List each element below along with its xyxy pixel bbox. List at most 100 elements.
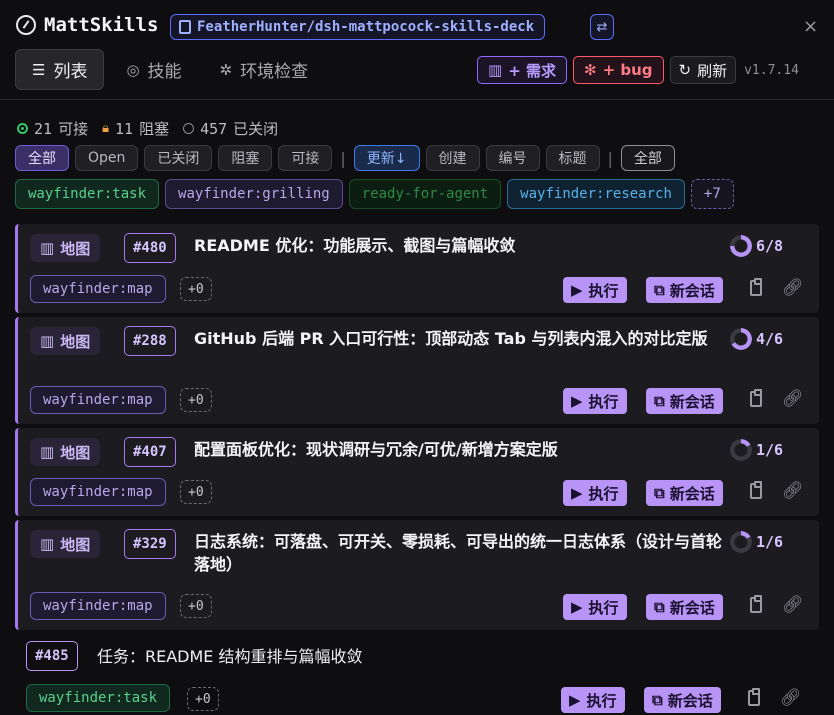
new-bug-label: + bug	[602, 61, 653, 79]
run-label: 执行	[588, 281, 619, 300]
issue-card[interactable]: ▥ 地图 #407 配置面板优化：现状调研与冗余/可优/新增方案定版 1/6 wa…	[15, 428, 819, 516]
filter-row: 全部 Open 已关闭 阻塞 可接 | 更新↓ 创建 编号 标题 | 全部	[15, 145, 675, 171]
refresh-button[interactable]: ↻ 刷新	[669, 56, 737, 84]
list-item[interactable]: #485 任务：README 结构重排与篇幅收敛 wayfinder:task …	[15, 636, 819, 715]
run-label: 执行	[588, 598, 619, 617]
label-ready-for-agent[interactable]: ready-for-agent	[348, 179, 502, 209]
sort-title[interactable]: 标题	[545, 145, 600, 171]
map-chip: ▥ 地图	[30, 438, 101, 466]
new-session-button[interactable]: ⧉ 新会话	[646, 594, 723, 620]
close-icon[interactable]: ×	[803, 16, 818, 37]
issue-card[interactable]: ▥ 地图 #288 GitHub 后端 PR 入口可行性：顶部动态 Tab 与列表…	[15, 317, 819, 424]
link-icon[interactable]: 🔗︎	[782, 595, 804, 615]
add-label-button[interactable]: +0	[187, 687, 219, 711]
repo-selector[interactable]: FeatherHunter/dsh-mattpocock-skills-deck	[170, 14, 546, 40]
label-chip[interactable]: wayfinder:map	[30, 478, 166, 506]
link-icon[interactable]: 🔗︎	[782, 389, 804, 409]
run-button[interactable]: ▶ 执行	[561, 687, 625, 713]
map-icon: ▥	[488, 61, 503, 79]
run-label: 执行	[588, 392, 619, 411]
external-link-icon: ⧉	[654, 392, 665, 410]
issue-number[interactable]: #480	[124, 233, 176, 263]
issue-number[interactable]: #329	[124, 529, 176, 559]
run-button[interactable]: ▶ 执行	[563, 388, 627, 414]
tab-list[interactable]: ☰ 列表	[15, 49, 105, 90]
issue-title[interactable]: README 优化：功能展示、截图与篇幅收敛	[194, 234, 724, 257]
tab-skills[interactable]: ◎ 技能	[110, 49, 197, 90]
issue-number[interactable]: #485	[26, 641, 78, 671]
new-session-button[interactable]: ⧉ 新会话	[644, 687, 721, 713]
external-link-icon: ⧉	[654, 598, 665, 616]
label-chip[interactable]: wayfinder:task	[26, 684, 171, 712]
stat-blocked[interactable]: 🔒︎ 11 阻塞	[102, 118, 169, 139]
issue-title[interactable]: GitHub 后端 PR 入口可行性：顶部动态 Tab 与列表内混入的对比定版	[194, 327, 724, 350]
issue-number[interactable]: #407	[124, 437, 176, 467]
swap-repo-button[interactable]: ⇄	[590, 14, 614, 40]
clipboard-icon[interactable]	[750, 595, 762, 613]
link-icon[interactable]: 🔗︎	[782, 481, 804, 501]
sort-updated[interactable]: 更新↓	[353, 145, 420, 171]
play-icon: ▶	[571, 484, 583, 502]
run-button[interactable]: ▶ 执行	[563, 480, 627, 506]
run-button[interactable]: ▶ 执行	[563, 594, 627, 620]
label-wayfinder-grilling[interactable]: wayfinder:grilling	[165, 179, 343, 209]
repo-name: FeatherHunter/dsh-mattpocock-skills-deck	[197, 19, 535, 35]
clipboard-icon[interactable]	[750, 389, 762, 407]
open-count: 21	[34, 119, 53, 138]
closed-label: 已关闭	[233, 120, 279, 138]
new-session-button[interactable]: ⧉ 新会话	[646, 277, 723, 303]
sort-created[interactable]: 创建	[425, 145, 480, 171]
link-icon[interactable]: 🔗︎	[782, 278, 804, 298]
top-bar: MattSkills FeatherHunter/dsh-mattpocock-…	[0, 0, 834, 100]
add-label-button[interactable]: +0	[180, 594, 212, 618]
session-label: 新会话	[669, 484, 715, 503]
issue-title[interactable]: 配置面板优化：现状调研与冗余/可优/新增方案定版	[194, 438, 724, 461]
clipboard-icon[interactable]	[750, 481, 762, 499]
session-label: 新会话	[669, 281, 715, 300]
issue-title[interactable]: 日志系统：可落盘、可开关、零损耗、可导出的统一日志体系（设计与首轮落地）	[194, 530, 724, 576]
add-label-button[interactable]: +0	[180, 480, 212, 504]
stat-closed[interactable]: 457 已关闭	[183, 118, 278, 139]
filter-open[interactable]: Open	[75, 145, 139, 171]
new-bug-button[interactable]: ✻ + bug	[572, 56, 664, 84]
clipboard-icon[interactable]	[748, 688, 760, 706]
label-wayfinder-research[interactable]: wayfinder:research	[507, 179, 685, 209]
progress-ring-icon	[730, 439, 752, 461]
new-session-button[interactable]: ⧉ 新会话	[646, 480, 723, 506]
check-circle-icon	[183, 123, 195, 134]
add-label-button[interactable]: +0	[180, 277, 212, 301]
add-label-button[interactable]: +0	[180, 388, 212, 412]
filter-all[interactable]: 全部	[15, 145, 69, 171]
map-chip: ▥ 地图	[30, 327, 101, 355]
issue-card[interactable]: ▥ 地图 #480 README 优化：功能展示、截图与篇幅收敛 6/8 wayf…	[15, 224, 819, 313]
issue-number[interactable]: #288	[124, 326, 176, 356]
filter-blocked[interactable]: 阻塞	[218, 145, 273, 171]
tab-label: 列表	[53, 62, 88, 82]
label-more[interactable]: +7	[690, 179, 734, 209]
label-chip[interactable]: wayfinder:map	[30, 592, 166, 620]
label-wayfinder-task[interactable]: wayfinder:task	[15, 179, 160, 209]
new-request-button[interactable]: ▥ + 需求	[477, 56, 567, 84]
app-title: MattSkills	[44, 14, 159, 36]
scope-all[interactable]: 全部	[620, 145, 675, 171]
label-chip[interactable]: wayfinder:map	[30, 275, 166, 303]
filter-closed[interactable]: 已关闭	[144, 145, 213, 171]
clipboard-icon[interactable]	[750, 278, 762, 296]
divider: |	[340, 148, 346, 168]
repo-icon	[179, 20, 191, 34]
new-session-button[interactable]: ⧉ 新会话	[646, 388, 723, 414]
link-icon[interactable]: 🔗︎	[780, 688, 802, 708]
filter-available[interactable]: 可接	[278, 145, 333, 171]
run-button[interactable]: ▶ 执行	[563, 277, 627, 303]
stat-open[interactable]: 21 可接	[17, 118, 88, 139]
issue-title[interactable]: 任务：README 结构重排与篇幅收敛	[97, 643, 363, 667]
progress-ring-icon	[730, 328, 752, 350]
run-label: 执行	[588, 484, 619, 503]
external-link-icon: ⧉	[654, 281, 665, 299]
issue-card[interactable]: ▥ 地图 #329 日志系统：可落盘、可开关、零损耗、可导出的统一日志体系（设计与…	[15, 520, 819, 630]
progress-text: 1/6	[756, 441, 784, 459]
play-icon: ▶	[569, 691, 581, 709]
tab-env-check[interactable]: ✲ 环境检查	[204, 49, 325, 90]
label-chip[interactable]: wayfinder:map	[30, 386, 166, 414]
sort-number[interactable]: 编号	[485, 145, 540, 171]
